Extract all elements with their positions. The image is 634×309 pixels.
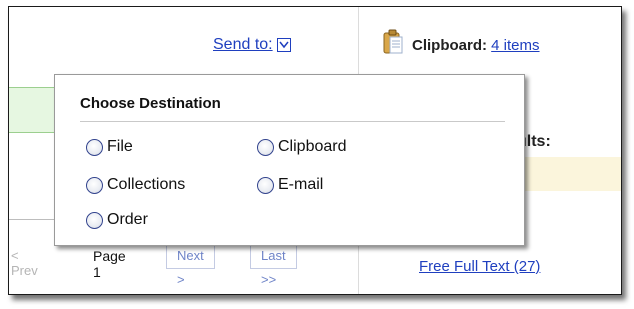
destination-option-order[interactable]: Order bbox=[86, 211, 148, 229]
choose-destination-popup: Choose Destination File Clipboard Collec… bbox=[54, 74, 525, 246]
radio-file[interactable] bbox=[86, 138, 103, 156]
last-page-button[interactable]: Last >> bbox=[250, 243, 297, 287]
option-label-email: E-mail bbox=[278, 176, 324, 193]
popup-divider bbox=[80, 121, 505, 122]
screenshot-frame: Send to: Clipboard: 4 items ults: 4) < P… bbox=[8, 6, 622, 295]
option-label-collections: Collections bbox=[107, 176, 186, 193]
current-page-label: Page 1 bbox=[93, 248, 126, 280]
prev-page-link: < Prev bbox=[11, 248, 38, 278]
option-label-file: File bbox=[107, 138, 133, 155]
chevron-down-icon[interactable] bbox=[276, 38, 291, 52]
option-label-order: Order bbox=[107, 211, 148, 228]
radio-clipboard[interactable] bbox=[257, 138, 274, 156]
send-to-label: Send to: bbox=[213, 36, 273, 53]
clipboard-items-link[interactable]: 4 items bbox=[491, 37, 539, 54]
next-page-button[interactable]: Next > bbox=[166, 243, 215, 287]
clipboard-heading: Clipboard: 4 items bbox=[412, 37, 540, 54]
radio-collections[interactable] bbox=[86, 176, 103, 194]
destination-option-email[interactable]: E-mail bbox=[257, 176, 323, 194]
radio-order[interactable] bbox=[86, 211, 103, 229]
free-full-text-link[interactable]: Free Full Text (27) bbox=[419, 258, 540, 275]
radio-email[interactable] bbox=[257, 176, 274, 194]
destination-option-collections[interactable]: Collections bbox=[86, 176, 185, 194]
clipboard-icon bbox=[382, 29, 404, 60]
popup-title: Choose Destination bbox=[80, 95, 221, 112]
destination-option-clipboard[interactable]: Clipboard bbox=[257, 138, 346, 156]
clipboard-label: Clipboard: bbox=[412, 37, 487, 54]
send-to-menu-button[interactable]: Send to: bbox=[213, 36, 291, 54]
highlighted-row-strip bbox=[9, 87, 57, 133]
option-label-clipboard: Clipboard bbox=[278, 138, 347, 155]
destination-option-file[interactable]: File bbox=[86, 138, 133, 156]
